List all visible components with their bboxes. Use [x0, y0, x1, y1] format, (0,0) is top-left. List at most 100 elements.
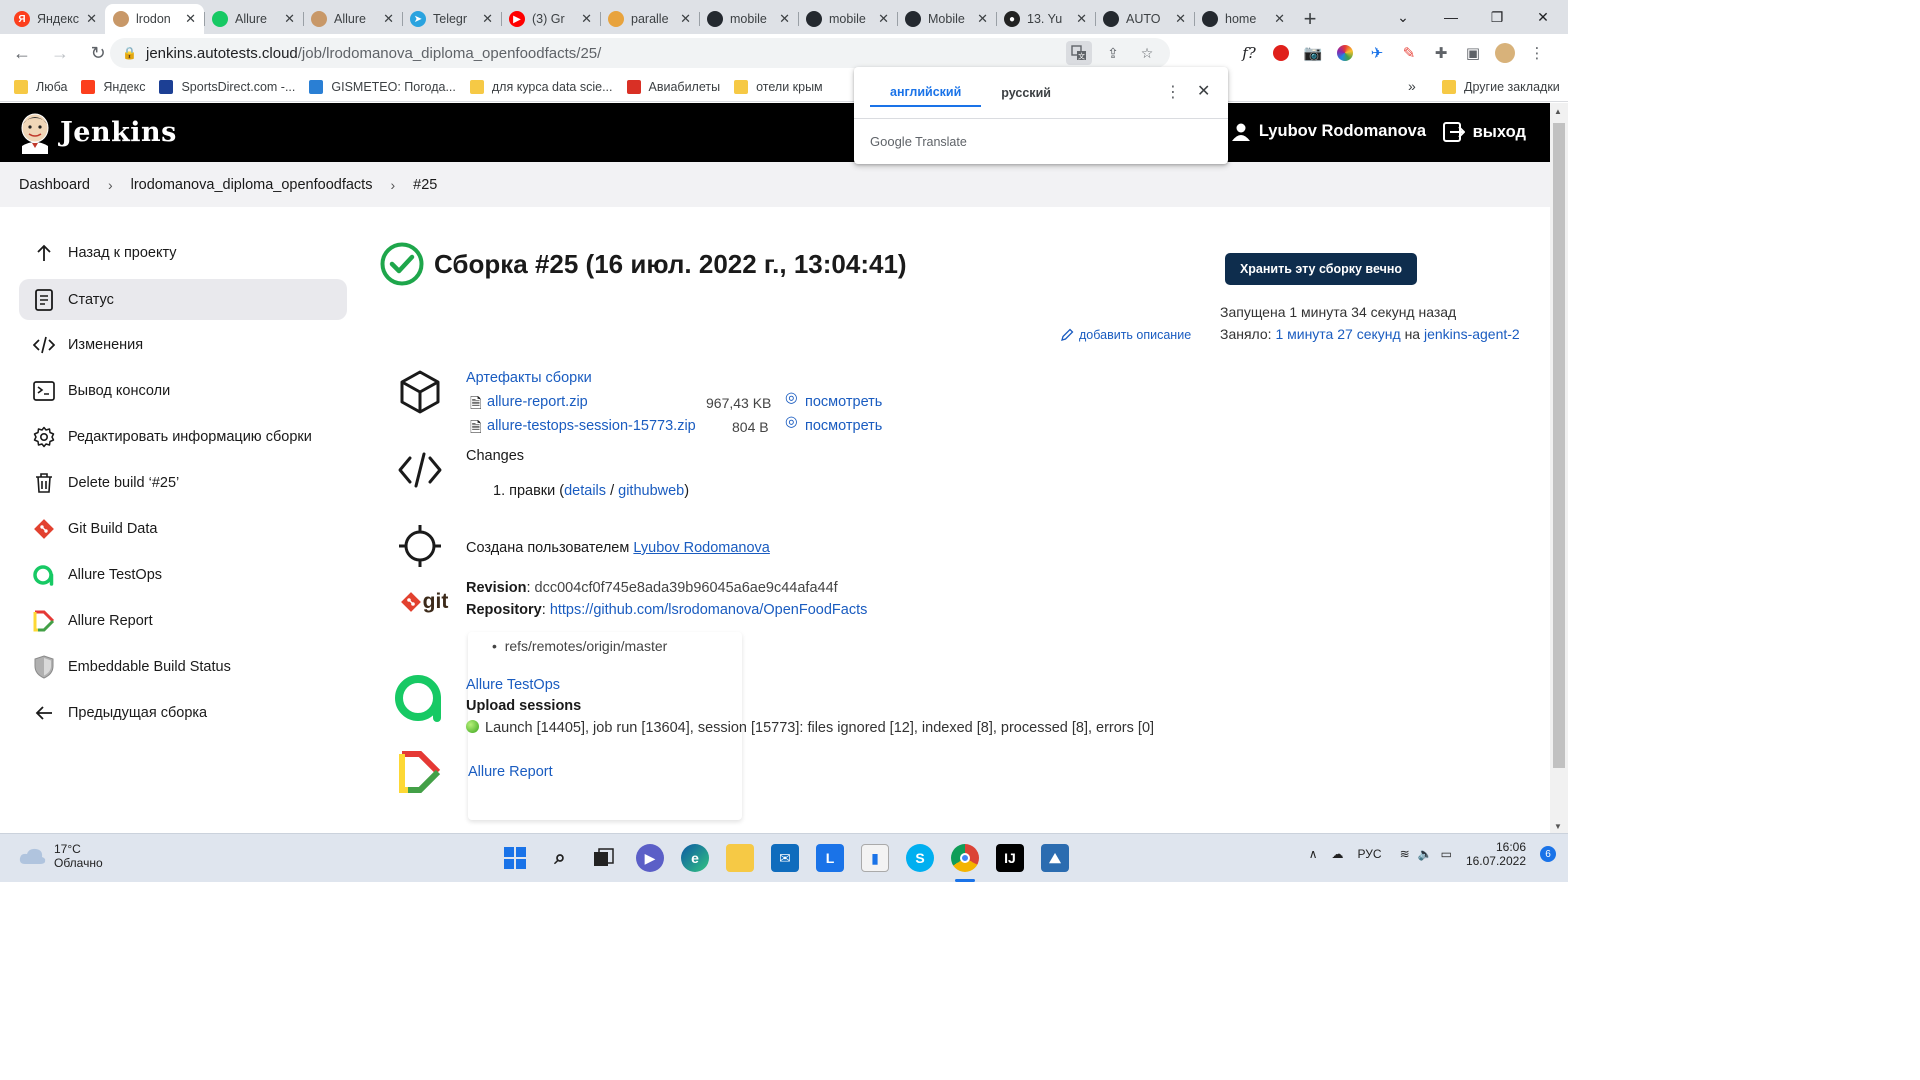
- battery-icon[interactable]: ▭: [1441, 847, 1452, 861]
- camera-extension-icon[interactable]: 📷: [1300, 38, 1326, 68]
- sidebar-item[interactable]: Git Build Data: [19, 506, 347, 552]
- brush-extension-icon[interactable]: ✎: [1396, 38, 1422, 68]
- add-description-link[interactable]: добавить описание: [1060, 328, 1191, 342]
- chrome-icon[interactable]: [951, 844, 979, 872]
- mail-icon[interactable]: ✉: [771, 844, 799, 872]
- translate-options-icon[interactable]: ⋮: [1165, 82, 1181, 102]
- side-panel-icon[interactable]: ▣: [1460, 38, 1486, 68]
- allure-report-link[interactable]: Allure Report: [468, 764, 553, 780]
- input-language[interactable]: РУС: [1358, 847, 1382, 861]
- change-details-link[interactable]: details: [564, 483, 606, 499]
- artifact-view-link[interactable]: посмотреть: [805, 418, 882, 434]
- close-tab-icon[interactable]: ✕: [1076, 11, 1087, 27]
- close-tab-icon[interactable]: ✕: [284, 11, 295, 27]
- close-tab-icon[interactable]: ✕: [185, 11, 196, 27]
- browser-tab[interactable]: ▶ (3) Gr ✕: [501, 4, 600, 34]
- artifacts-link[interactable]: Артефакты сборки: [466, 370, 592, 386]
- adblock-extension-icon[interactable]: [1268, 38, 1294, 68]
- tab-search-icon[interactable]: ⌄: [1380, 0, 1426, 34]
- close-tab-icon[interactable]: ✕: [482, 11, 493, 27]
- windows-start-icon[interactable]: [501, 844, 529, 872]
- skype-icon[interactable]: S: [906, 844, 934, 872]
- repository-link[interactable]: https://github.com/lsrodomanova/OpenFood…: [550, 602, 868, 618]
- minimize-button[interactable]: —: [1428, 0, 1474, 34]
- breadcrumb-job[interactable]: lrodomanova_diploma_openfoodfacts: [131, 177, 373, 193]
- browser-tab[interactable]: mobile ✕: [798, 4, 897, 34]
- clock[interactable]: 16:06 16.07.2022: [1466, 840, 1526, 868]
- browser-tab[interactable]: ➤ Telegr ✕: [402, 4, 501, 34]
- sidebar-item[interactable]: Allure TestOps: [19, 552, 347, 598]
- browser-tab[interactable]: paralle ✕: [600, 4, 699, 34]
- bookmark-item[interactable]: Яндекс: [81, 79, 145, 94]
- sidebar-item[interactable]: Статус: [19, 279, 347, 320]
- vertical-scrollbar[interactable]: ▲ ▼: [1550, 103, 1568, 833]
- browser-tab[interactable]: Allure ✕: [303, 4, 402, 34]
- browser-tab[interactable]: Allure ✕: [204, 4, 303, 34]
- edge-browser-icon[interactable]: e: [681, 844, 709, 872]
- scroll-down-icon[interactable]: ▼: [1554, 822, 1562, 831]
- logout-button[interactable]: выход: [1442, 122, 1526, 142]
- browser-tab[interactable]: mobile ✕: [699, 4, 798, 34]
- new-tab-button[interactable]: +: [1293, 4, 1327, 34]
- back-button[interactable]: ←: [6, 37, 38, 69]
- close-tab-icon[interactable]: ✕: [1274, 11, 1285, 27]
- tab-english[interactable]: английский: [870, 79, 982, 107]
- browser-tab[interactable]: Я Яндекс ✕: [6, 4, 105, 34]
- extensions-puzzle-icon[interactable]: ✚: [1428, 38, 1454, 68]
- artifact-link-allure-report[interactable]: allure-report.zip: [487, 394, 588, 410]
- sidebar-item[interactable]: Delete build ‘#25’: [19, 460, 347, 506]
- artifact-view-link[interactable]: посмотреть: [805, 394, 882, 410]
- sidebar-item[interactable]: Вывод консоли: [19, 368, 347, 414]
- menu-kebab-icon[interactable]: ⋮: [1524, 38, 1550, 68]
- bookmark-item[interactable]: Люба: [14, 79, 67, 94]
- lock-icon[interactable]: 🔒: [122, 46, 138, 60]
- browser-tab[interactable]: home ✕: [1194, 4, 1293, 34]
- jenkins-title[interactable]: Jenkins: [60, 117, 177, 148]
- bookmark-item[interactable]: SportsDirect.com -...: [159, 79, 295, 94]
- build-agent-link[interactable]: jenkins-agent-2: [1424, 326, 1520, 342]
- close-tab-icon[interactable]: ✕: [383, 11, 394, 27]
- bookmark-item[interactable]: отели крым: [734, 79, 823, 94]
- bookmarks-overflow-button[interactable]: »: [1408, 78, 1416, 94]
- close-tab-icon[interactable]: ✕: [680, 11, 691, 27]
- sidebar-item[interactable]: Назад к проекту: [19, 230, 347, 276]
- notification-badge[interactable]: 6: [1540, 846, 1556, 862]
- browser-tab[interactable]: AUTO ✕: [1095, 4, 1194, 34]
- sidebar-item[interactable]: Предыдущая сборка: [19, 690, 347, 736]
- sidebar-item[interactable]: Редактировать информацию сборки: [19, 414, 347, 460]
- breadcrumb-dashboard[interactable]: Dashboard: [19, 177, 90, 193]
- fingerprint-icon[interactable]: ◎: [785, 390, 798, 406]
- scrollbar-thumb[interactable]: [1553, 123, 1565, 768]
- address-bar[interactable]: 🔒 jenkins.autotests.cloud/job/lrodomanov…: [110, 38, 1170, 68]
- formula-extension-icon[interactable]: f?: [1236, 38, 1262, 68]
- photos-icon[interactable]: ⛰: [1041, 844, 1069, 872]
- keep-build-forever-button[interactable]: Хранить эту сборку вечно: [1225, 253, 1417, 285]
- forward-button[interactable]: →: [44, 37, 76, 69]
- sidebar-item[interactable]: Изменения: [19, 322, 347, 368]
- close-icon[interactable]: ✕: [1197, 81, 1210, 101]
- maximize-button[interactable]: ❐: [1474, 0, 1520, 34]
- intellij-icon[interactable]: IJ: [996, 844, 1024, 872]
- translate-icon[interactable]: 文: [1066, 41, 1092, 65]
- onedrive-icon[interactable]: ☁: [1332, 847, 1344, 861]
- scroll-up-icon[interactable]: ▲: [1554, 107, 1562, 116]
- close-tab-icon[interactable]: ✕: [86, 11, 97, 27]
- jenkins-logo-icon[interactable]: [18, 112, 52, 154]
- breadcrumb-build[interactable]: #25: [413, 177, 437, 193]
- close-tab-icon[interactable]: ✕: [779, 11, 790, 27]
- share-icon[interactable]: ⇪: [1100, 41, 1126, 65]
- file-explorer-icon[interactable]: [726, 844, 754, 872]
- bookmark-item[interactable]: GISMETEO: Погода...: [309, 79, 456, 94]
- weather-widget[interactable]: 17°C Облачно: [18, 842, 103, 870]
- tab-russian[interactable]: русский: [981, 79, 1071, 107]
- artifact-link-testops-session[interactable]: allure-testops-session-15773.zip: [487, 418, 696, 434]
- bird-extension-icon[interactable]: ✈: [1364, 38, 1390, 68]
- search-icon[interactable]: ⌕: [546, 844, 574, 872]
- browser-tab[interactable]: lrodon ✕: [105, 4, 204, 34]
- lingvo-app-icon[interactable]: L: [816, 844, 844, 872]
- profile-avatar[interactable]: [1492, 38, 1518, 68]
- bookmark-item[interactable]: Авиабилеты: [626, 79, 720, 94]
- created-by-user-link[interactable]: Lyubov Rodomanova: [633, 540, 770, 556]
- close-window-button[interactable]: ✕: [1520, 0, 1566, 34]
- change-githubweb-link[interactable]: githubweb: [618, 483, 684, 499]
